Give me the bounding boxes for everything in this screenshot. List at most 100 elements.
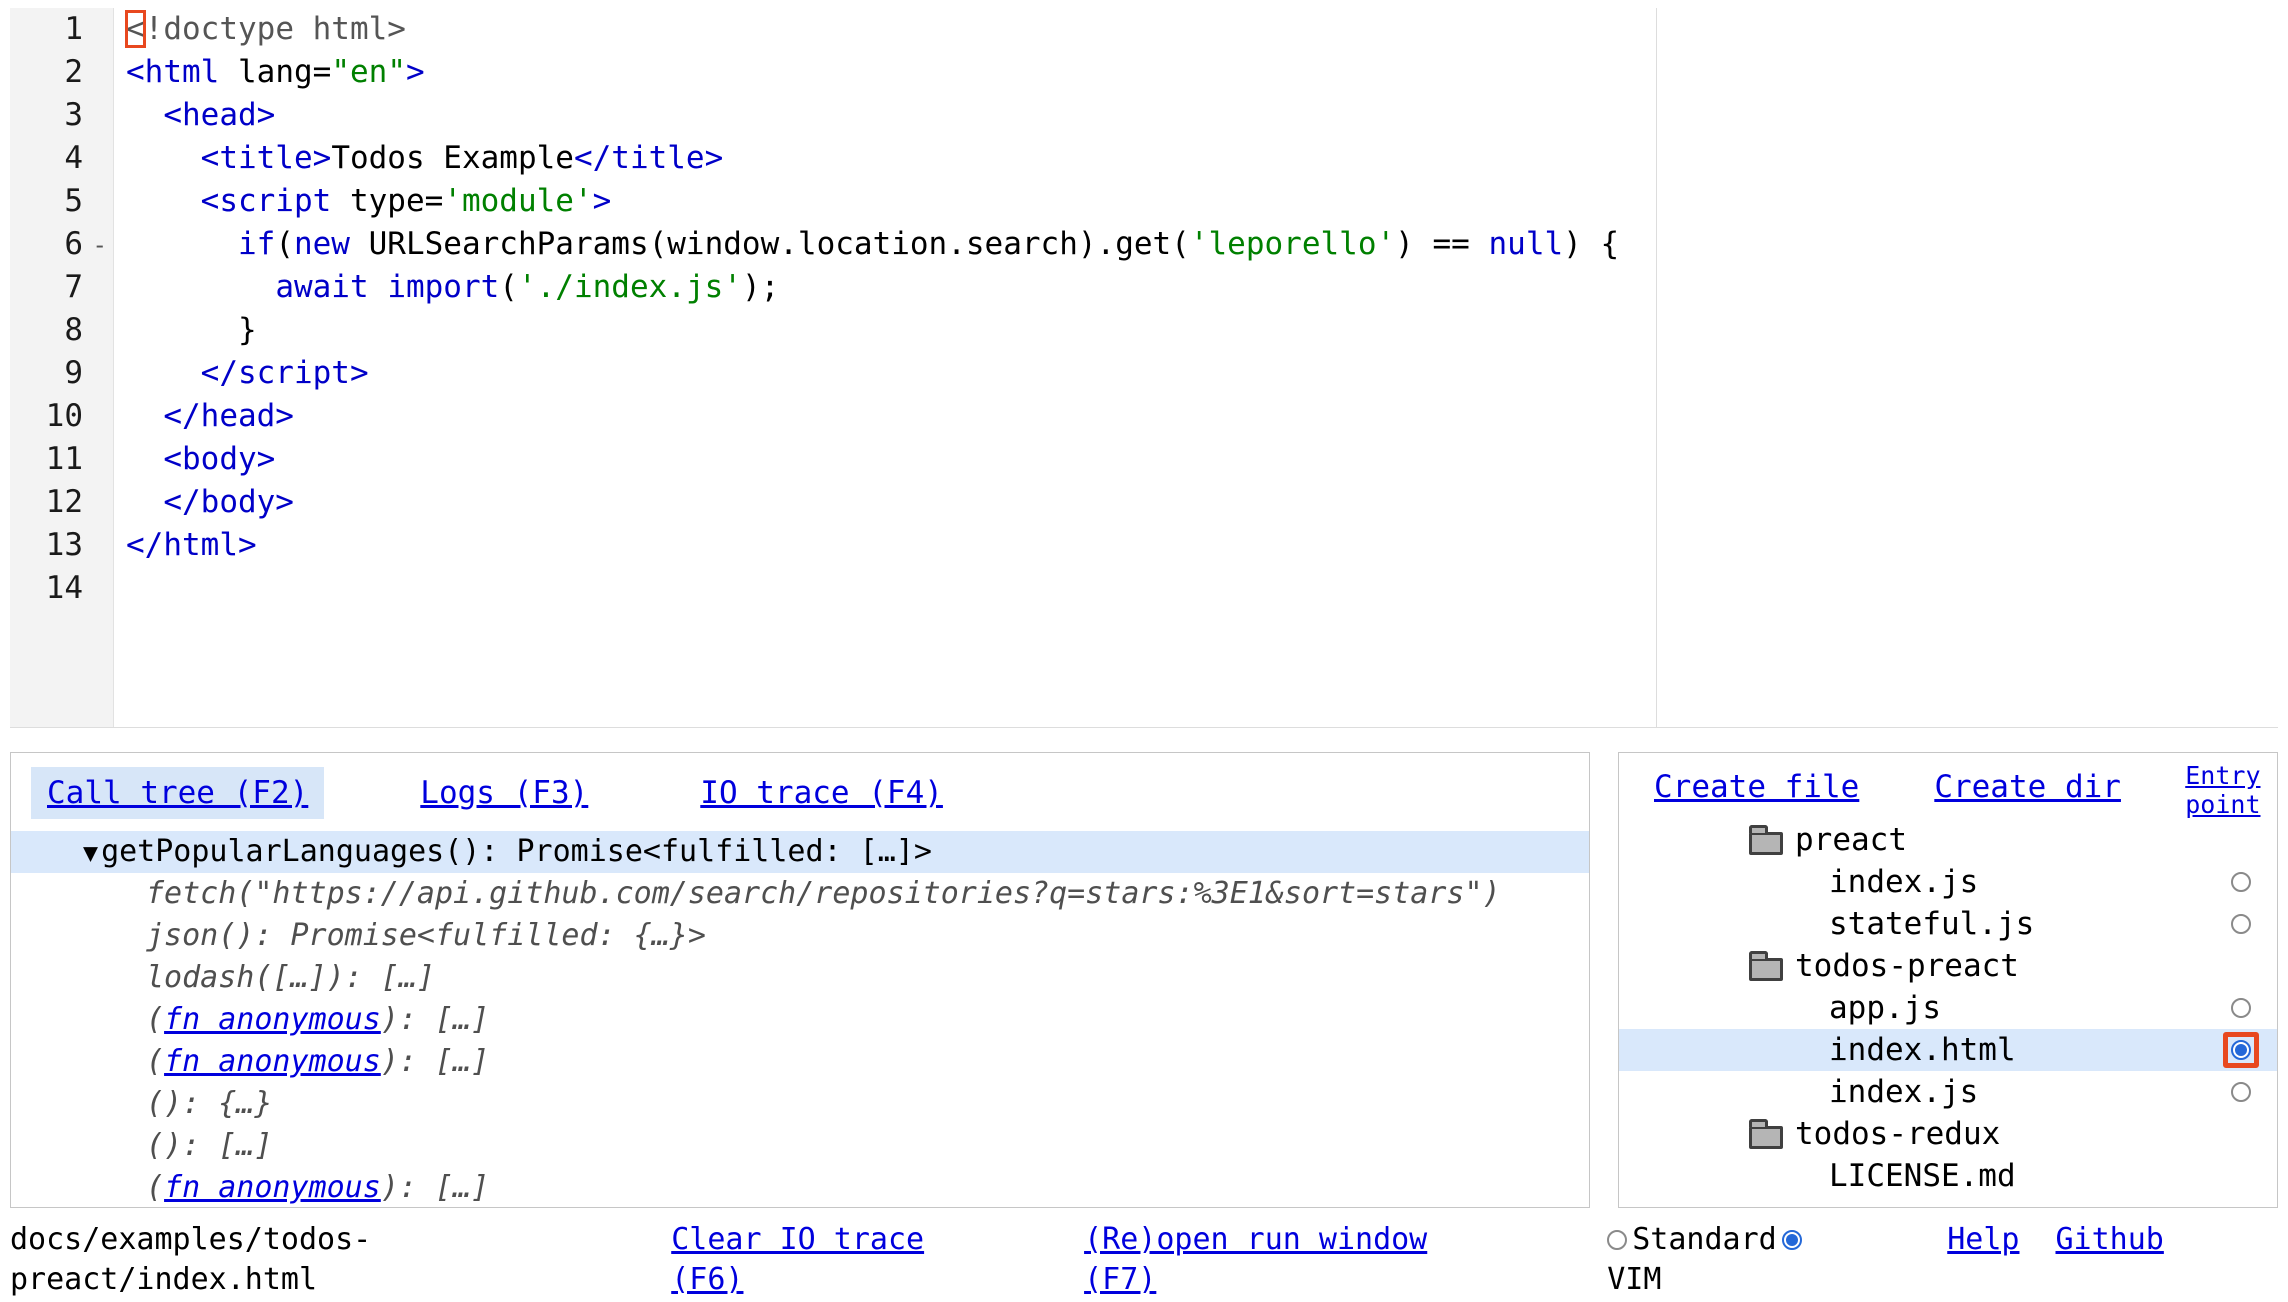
reopen-run-window-link[interactable]: (Re)open run window (F7) — [1084, 1220, 1427, 1300]
line-number: 8 — [10, 309, 113, 352]
call-label: json(): Promise<fulfilled: {…}> — [146, 918, 706, 953]
call-label: fetch("https://api.github.com/search/rep… — [146, 876, 1501, 911]
collapse-arrow-icon[interactable]: ▼ — [83, 838, 98, 867]
line-number: 3 — [10, 94, 113, 137]
file-tree-dir[interactable]: preact — [1619, 819, 2277, 861]
file-tree-file[interactable]: app.js — [1619, 987, 2277, 1029]
editor-code-lines: <!doctype html><html lang="en"> <head> <… — [126, 8, 2278, 610]
code-line[interactable]: </body> — [126, 481, 2278, 524]
clear-io-trace-link[interactable]: Clear IO trace (F6) — [671, 1220, 924, 1300]
vim-block-cursor: < — [126, 11, 145, 47]
call-tree-row[interactable]: ▼getPopularLanguages(): Promise<fulfille… — [11, 831, 1589, 873]
fn-anonymous-link[interactable]: fn anonymous — [164, 1170, 381, 1205]
call-label: getPopularLanguages(): Promise<fulfilled… — [101, 834, 932, 869]
line-number: 5 — [10, 180, 113, 223]
code-line[interactable]: </script> — [126, 352, 2278, 395]
keybinding-radio-standard[interactable] — [1607, 1230, 1627, 1250]
code-line[interactable]: <script type='module'> — [126, 180, 2278, 223]
entry-point-radio[interactable] — [2231, 872, 2251, 892]
code-editor: 123456-7891011121314 <!doctype html><htm… — [10, 8, 2278, 728]
file-name: index.js — [1829, 864, 1978, 900]
line-number: 11 — [10, 438, 113, 481]
line-number: 7 — [10, 266, 113, 309]
call-label: (): {…} — [146, 1086, 272, 1121]
code-line[interactable]: </html> — [126, 524, 2278, 567]
call-label: (): […] — [146, 1128, 272, 1163]
line-number: 2 — [10, 51, 113, 94]
file-tree-dir[interactable]: todos-preact — [1619, 945, 2277, 987]
code-line[interactable] — [126, 567, 2278, 610]
line-number: 4 — [10, 137, 113, 180]
keybinding-options: StandardVIM — [1607, 1220, 1847, 1300]
entry-point-radio[interactable] — [2231, 914, 2251, 934]
tab-logs[interactable]: Logs (F3) — [404, 767, 604, 819]
help-link[interactable]: Help — [1947, 1220, 2019, 1260]
files-panel: Create file Create dir Entry point preac… — [1618, 752, 2278, 1208]
code-line[interactable]: <body> — [126, 438, 2278, 481]
dir-name: preact — [1795, 822, 1907, 858]
fn-anonymous-link[interactable]: fn anonymous — [164, 1044, 381, 1079]
fold-marker-icon[interactable]: - — [93, 224, 107, 267]
entry-point-label: Entry point — [2185, 761, 2265, 819]
line-number: 14 — [10, 567, 113, 610]
code-line[interactable]: <title>Todos Example</title> — [126, 137, 2278, 180]
editor-code[interactable]: <!doctype html><html lang="en"> <head> <… — [114, 8, 2278, 727]
github-link[interactable]: Github — [2055, 1220, 2163, 1260]
create-dir-link[interactable]: Create dir — [1934, 769, 2121, 805]
entry-point-radio[interactable] — [2231, 1040, 2251, 1060]
code-line[interactable]: } — [126, 309, 2278, 352]
create-file-link[interactable]: Create file — [1654, 769, 1859, 805]
line-number: 12 — [10, 481, 113, 524]
call-tree-row[interactable]: fetch("https://api.github.com/search/rep… — [11, 873, 1589, 915]
call-tree-row[interactable]: (fn anonymous): […] — [11, 999, 1589, 1041]
code-line[interactable]: </head> — [126, 395, 2278, 438]
file-tree-file[interactable]: index.js — [1619, 1071, 2277, 1113]
entry-point-radio[interactable] — [2231, 1082, 2251, 1102]
call-tree-row[interactable]: json(): Promise<fulfilled: {…}> — [11, 915, 1589, 957]
keybinding-radio-vim[interactable] — [1782, 1230, 1802, 1250]
column-ruler — [1656, 8, 1657, 727]
dir-name: todos-redux — [1795, 1116, 2000, 1152]
line-number: 13 — [10, 524, 113, 567]
tab-io-trace[interactable]: IO trace (F4) — [684, 767, 959, 819]
file-tree-file[interactable]: index.html — [1619, 1029, 2277, 1071]
file-name: LICENSE.md — [1829, 1158, 2016, 1194]
call-tree: ▼getPopularLanguages(): Promise<fulfille… — [11, 831, 1589, 1208]
panel-tabs: Call tree (F2) Logs (F3) IO trace (F4) — [11, 753, 1589, 819]
code-line[interactable]: <head> — [126, 94, 2278, 137]
file-tree-dir[interactable]: todos-redux — [1619, 1113, 2277, 1155]
entry-point-highlight — [2223, 1032, 2259, 1068]
code-line[interactable]: <!doctype html> — [126, 8, 2278, 51]
code-line[interactable]: <html lang="en"> — [126, 51, 2278, 94]
keybinding-label-vim[interactable]: VIM — [1607, 1260, 1661, 1300]
call-tree-row[interactable]: (fn anonymous): […] — [11, 1041, 1589, 1083]
call-tree-row[interactable]: (fn anonymous): […] — [11, 1167, 1589, 1208]
folder-icon — [1749, 958, 1783, 981]
calltree-panel: Call tree (F2) Logs (F3) IO trace (F4) ▼ge… — [10, 752, 1590, 1208]
entry-point-radio[interactable] — [2231, 998, 2251, 1018]
file-tree: preact index.js stateful.js todos-preact app… — [1619, 819, 2277, 1197]
file-name: index.html — [1829, 1032, 2016, 1068]
file-name: app.js — [1829, 990, 1941, 1026]
dir-name: todos-preact — [1795, 948, 2019, 984]
bottom-panels: Call tree (F2) Logs (F3) IO trace (F4) ▼ge… — [10, 752, 2278, 1208]
call-tree-row[interactable]: (): {…} — [11, 1083, 1589, 1125]
file-tree-file[interactable]: LICENSE.md — [1619, 1155, 2277, 1197]
line-number: 10 — [10, 395, 113, 438]
code-line[interactable]: await import('./index.js'); — [126, 266, 2278, 309]
keybinding-label-standard[interactable]: Standard — [1632, 1220, 1777, 1260]
current-file-path: docs/examples/todos-preact/index.html — [10, 1220, 371, 1300]
tab-call-tree[interactable]: Call tree (F2) — [31, 767, 324, 819]
code-line[interactable]: if(new URLSearchParams(window.location.s… — [126, 223, 2278, 266]
file-name: stateful.js — [1829, 906, 2034, 942]
files-header: Create file Create dir — [1619, 753, 2277, 805]
call-tree-row[interactable]: lodash([…]): […] — [11, 957, 1589, 999]
file-name: index.js — [1829, 1074, 1978, 1110]
call-label: lodash([…]): […] — [146, 960, 435, 995]
file-tree-file[interactable]: stateful.js — [1619, 903, 2277, 945]
editor-gutter: 123456-7891011121314 — [10, 8, 114, 727]
file-tree-file[interactable]: index.js — [1619, 861, 2277, 903]
line-number: 6- — [10, 223, 113, 266]
call-tree-row[interactable]: (): […] — [11, 1125, 1589, 1167]
fn-anonymous-link[interactable]: fn anonymous — [164, 1002, 381, 1037]
